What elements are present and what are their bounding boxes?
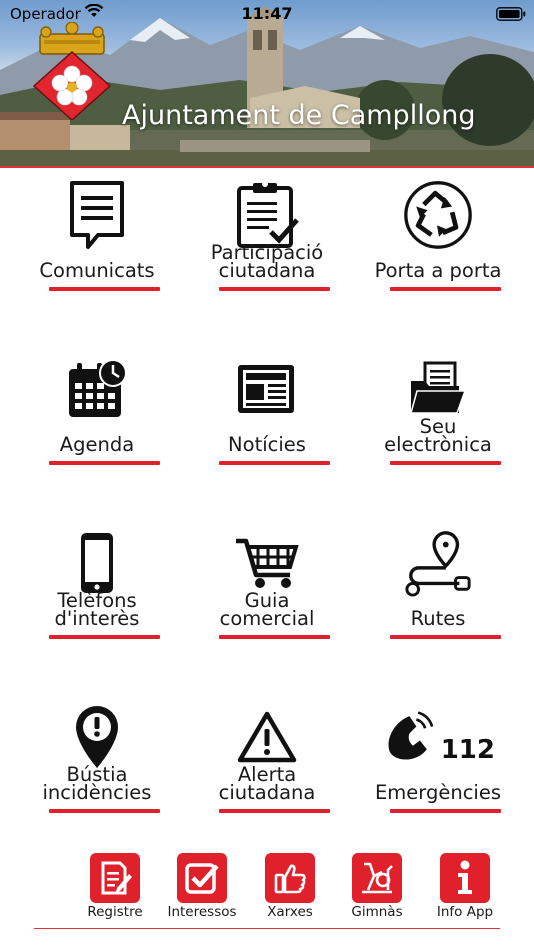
menu-item-participacio-ciutadana[interactable]: Participació ciutadana [178, 168, 356, 342]
header-banner: Operador 11:47 Ajuntament de Campllong [0, 0, 534, 166]
bottom-button-label: Interessos [167, 904, 237, 920]
status-bar: Operador 11:47 [0, 0, 534, 26]
municipal-crest-icon [30, 21, 114, 124]
menu-item-label-line2: ciutadana [218, 781, 316, 804]
menu-item-label: Notícies [228, 433, 306, 456]
menu-item-underline [49, 287, 160, 291]
clock: 11:47 [241, 4, 293, 23]
menu-item-bustia-incidencies[interactable]: Bústia incidències [8, 690, 186, 864]
menu-item-underline [390, 809, 501, 813]
menu-item-seu-electronica[interactable]: Seu electrònica [349, 342, 527, 516]
emergency-number: 112 [440, 735, 495, 765]
phone-112-icon: 112 [385, 698, 495, 776]
menu-item-comunicats[interactable]: Comunicats [8, 168, 186, 342]
exercise-bike-icon [352, 853, 402, 903]
info-icon [440, 853, 490, 903]
menu-item-label-line2: incidències [42, 781, 152, 804]
calendar-clock-icon [62, 350, 132, 428]
bottom-toolbar: Registre Interessos Xarxes Gimnàs Info A… [0, 850, 534, 930]
menu-item-underline [219, 809, 330, 813]
newspaper-icon [232, 350, 302, 428]
page-title: Ajuntament de Campllong [122, 100, 476, 131]
recycle-icon [403, 176, 473, 254]
menu-item-label: Emergències [374, 781, 502, 804]
checkbox-icon [177, 853, 227, 903]
bottom-info-app-button[interactable]: Info App [425, 850, 505, 922]
battery-icon [496, 6, 526, 25]
menu-item-label: Agenda [59, 433, 135, 456]
bottom-interessos-button[interactable]: Interessos [162, 850, 242, 922]
bottom-button-label: Info App [436, 904, 494, 920]
menu-item-label: Comunicats [39, 259, 155, 282]
bottom-registre-button[interactable]: Registre [75, 850, 155, 922]
menu-item-label: Rutes [410, 607, 466, 630]
menu-item-underline [390, 287, 501, 291]
menu-item-underline [219, 635, 330, 639]
menu-item-underline [390, 635, 501, 639]
menu-item-emergencies[interactable]: 112 Emergències [349, 690, 527, 864]
menu-item-label: Porta a porta [374, 259, 502, 282]
menu-item-underline [390, 461, 501, 465]
route-pin-icon [403, 524, 473, 602]
menu-item-label-line2: electrònica [384, 433, 492, 456]
menu-item-underline [219, 461, 330, 465]
chat-document-icon [62, 176, 132, 254]
menu-item-underline [49, 461, 160, 465]
menu-item-porta-a-porta[interactable]: Porta a porta [349, 168, 527, 342]
bottom-gimnas-button[interactable]: Gimnàs [337, 850, 417, 922]
menu-item-underline [219, 287, 330, 291]
menu-item-label-line2: comercial [219, 607, 315, 630]
menu-item-label-line2: ciutadana [218, 259, 316, 282]
thumbs-up-icon [265, 853, 315, 903]
menu-item-label-line2: d'interès [54, 607, 140, 630]
menu-item-guia-comercial[interactable]: Guia comercial [178, 516, 356, 690]
menu-item-telefons-interes[interactable]: Telèfons d'interès [8, 516, 186, 690]
menu-item-alerta-ciutadana[interactable]: Alerta ciutadana [178, 690, 356, 864]
menu-item-noticies[interactable]: Notícies [178, 342, 356, 516]
menu-item-underline [49, 635, 160, 639]
register-document-icon [90, 853, 140, 903]
bottom-button-label: Xarxes [267, 904, 313, 920]
bottom-button-label: Registre [87, 904, 143, 920]
menu-item-agenda[interactable]: Agenda [8, 342, 186, 516]
bottom-button-label: Gimnàs [351, 904, 403, 920]
bottom-xarxes-button[interactable]: Xarxes [250, 850, 330, 922]
menu-item-rutes[interactable]: Rutes [349, 516, 527, 690]
menu-item-underline [49, 809, 160, 813]
bottom-divider [34, 928, 500, 929]
